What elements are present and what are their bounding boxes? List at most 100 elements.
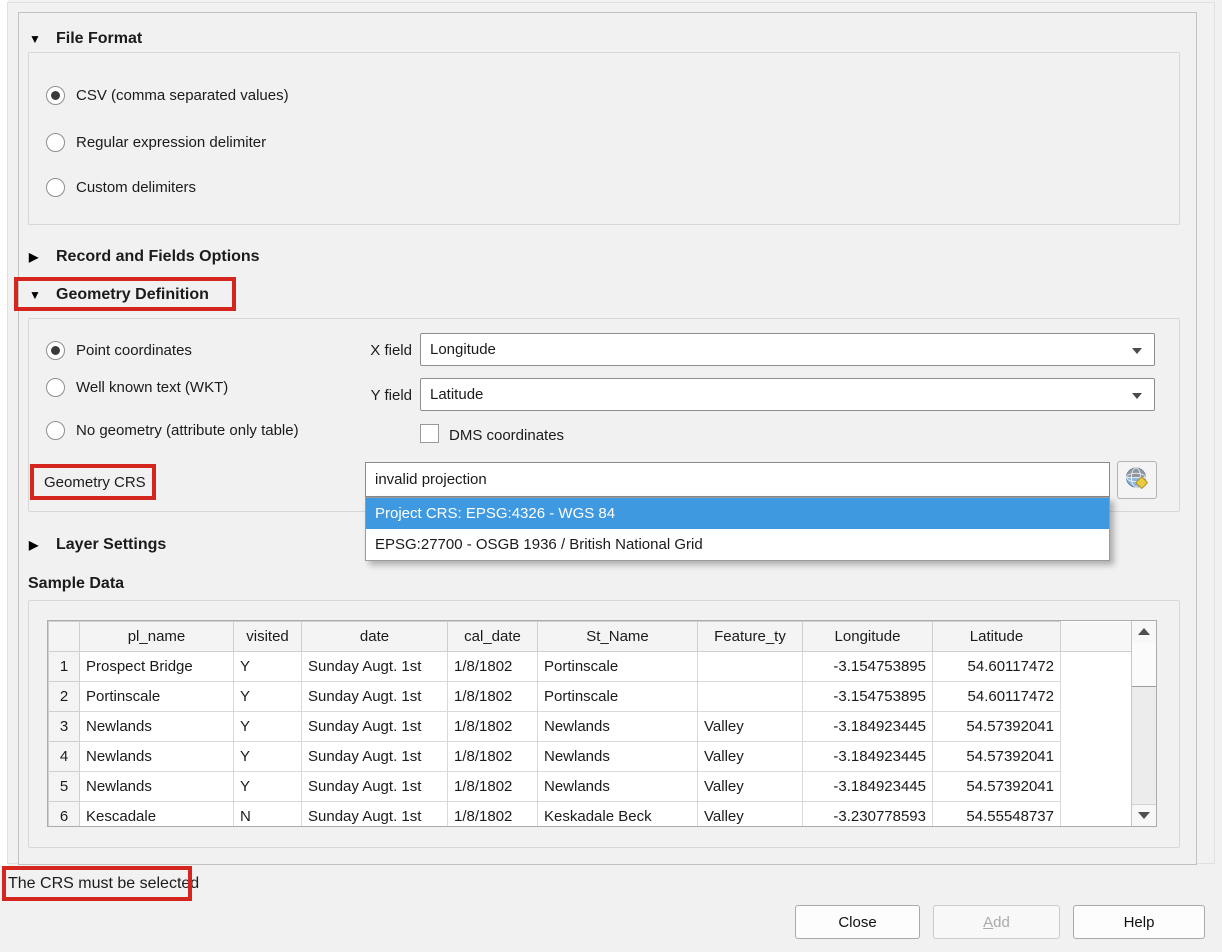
globe-icon: [1124, 465, 1150, 496]
row-number: 5: [49, 772, 80, 802]
section-header-record-and-fields[interactable]: ▶ Record and Fields Options: [29, 248, 260, 266]
table-vertical-scrollbar[interactable]: [1131, 621, 1156, 826]
cell: Portinscale: [80, 682, 234, 712]
table-row: 6 Kescadale N Sunday Augt. 1st 1/8/1802 …: [49, 802, 1133, 828]
section-title: File Format: [56, 30, 142, 48]
cell: 54.57392041: [933, 712, 1061, 742]
section-title: Layer Settings: [56, 536, 166, 554]
table-row: 5 Newlands Y Sunday Augt. 1st 1/8/1802 N…: [49, 772, 1133, 802]
cell: -3.154753895: [803, 682, 933, 712]
radio-point-coordinates[interactable]: Point coordinates: [46, 340, 192, 360]
row-number: 6: [49, 802, 80, 828]
cell: Keskadale Beck: [538, 802, 698, 828]
cell: 54.57392041: [933, 772, 1061, 802]
sample-data-title: Sample Data: [28, 575, 124, 593]
radio-button-icon[interactable]: [46, 178, 65, 197]
section-header-layer-settings[interactable]: ▶ Layer Settings: [29, 536, 166, 554]
crs-option-project-crs[interactable]: Project CRS: EPSG:4326 - WGS 84: [366, 498, 1109, 529]
cell: Sunday Augt. 1st: [302, 682, 448, 712]
corner-header-cell: [49, 622, 80, 652]
y-field-combobox[interactable]: Latitude: [420, 378, 1155, 411]
cell: Sunday Augt. 1st: [302, 802, 448, 828]
column-header[interactable]: pl_name: [80, 622, 234, 652]
cell: 1/8/1802: [448, 772, 538, 802]
radio-button-icon[interactable]: [46, 133, 65, 152]
radio-regular-expression[interactable]: Regular expression delimiter: [46, 132, 266, 152]
caret-down-icon: ▼: [29, 288, 43, 302]
scroll-down-button[interactable]: [1132, 804, 1156, 826]
table-row: 1 Prospect Bridge Y Sunday Augt. 1st 1/8…: [49, 652, 1133, 682]
column-header[interactable]: Latitude: [933, 622, 1061, 652]
sample-data-table: pl_name visited date cal_date St_Name Fe…: [47, 620, 1157, 827]
x-field-label: X field: [338, 342, 412, 359]
help-button[interactable]: Help: [1073, 905, 1205, 939]
cell: 54.55548737: [933, 802, 1061, 828]
radio-label: Custom delimiters: [76, 179, 196, 196]
cell: Y: [234, 712, 302, 742]
cell: Newlands: [538, 742, 698, 772]
geometry-crs-combobox[interactable]: invalid projection: [365, 462, 1110, 497]
radio-button-icon[interactable]: [46, 421, 65, 440]
radio-label: No geometry (attribute only table): [76, 422, 299, 439]
combobox-value: Longitude: [430, 341, 496, 358]
cell: Newlands: [538, 772, 698, 802]
status-message: The CRS must be selected: [8, 875, 199, 893]
column-header[interactable]: visited: [234, 622, 302, 652]
close-button[interactable]: Close: [795, 905, 920, 939]
cell: Newlands: [80, 772, 234, 802]
column-header[interactable]: Feature_ty: [698, 622, 803, 652]
radio-label: Regular expression delimiter: [76, 134, 266, 151]
radio-well-known-text[interactable]: Well known text (WKT): [46, 377, 228, 397]
cell: 1/8/1802: [448, 802, 538, 828]
table-header-row: pl_name visited date cal_date St_Name Fe…: [49, 622, 1133, 652]
radio-no-geometry[interactable]: No geometry (attribute only table): [46, 420, 299, 440]
cell: Y: [234, 742, 302, 772]
cell: Valley: [698, 772, 803, 802]
x-field-combobox[interactable]: Longitude: [420, 333, 1155, 366]
radio-button-icon[interactable]: [46, 378, 65, 397]
sample-table: pl_name visited date cal_date St_Name Fe…: [48, 621, 1133, 827]
radio-label: CSV (comma separated values): [76, 87, 289, 104]
section-header-file-format[interactable]: ▼ File Format: [29, 30, 142, 48]
cell: 1/8/1802: [448, 652, 538, 682]
cell: N: [234, 802, 302, 828]
scroll-up-button[interactable]: [1132, 621, 1156, 643]
table-row: 3 Newlands Y Sunday Augt. 1st 1/8/1802 N…: [49, 712, 1133, 742]
caret-down-icon: ▼: [29, 32, 43, 46]
column-header[interactable]: Longitude: [803, 622, 933, 652]
cell: -3.184923445: [803, 712, 933, 742]
section-header-geometry-definition[interactable]: ▼ Geometry Definition: [29, 286, 209, 304]
radio-csv[interactable]: CSV (comma separated values): [46, 85, 289, 105]
select-crs-button[interactable]: [1117, 461, 1157, 499]
column-header[interactable]: St_Name: [538, 622, 698, 652]
radio-button-icon[interactable]: [46, 86, 65, 105]
section-title: Geometry Definition: [56, 286, 209, 304]
cell: [698, 682, 803, 712]
cell: Valley: [698, 742, 803, 772]
cell: -3.154753895: [803, 652, 933, 682]
chevron-down-icon: [1132, 393, 1142, 399]
cell: Sunday Augt. 1st: [302, 772, 448, 802]
cell: [698, 652, 803, 682]
cell: Valley: [698, 712, 803, 742]
radio-label: Well known text (WKT): [76, 379, 228, 396]
caret-right-icon: ▶: [29, 538, 43, 552]
cell: Prospect Bridge: [80, 652, 234, 682]
scrollbar-thumb[interactable]: [1132, 642, 1156, 687]
radio-button-icon[interactable]: [46, 341, 65, 360]
table-row: 4 Newlands Y Sunday Augt. 1st 1/8/1802 N…: [49, 742, 1133, 772]
cell: 1/8/1802: [448, 742, 538, 772]
arrow-up-icon: [1138, 628, 1150, 635]
radio-custom-delimiters[interactable]: Custom delimiters: [46, 177, 196, 197]
row-number: 1: [49, 652, 80, 682]
y-field-label: Y field: [338, 387, 412, 404]
delimited-text-layer-dialog: ▼ File Format CSV (comma separated value…: [0, 0, 1222, 952]
dms-coordinates-checkbox[interactable]: [420, 424, 439, 443]
header-filler: [1061, 622, 1133, 652]
crs-option-epsg-27700[interactable]: EPSG:27700 - OSGB 1936 / British Nationa…: [366, 529, 1109, 560]
column-header[interactable]: date: [302, 622, 448, 652]
row-number: 4: [49, 742, 80, 772]
caret-right-icon: ▶: [29, 250, 43, 264]
column-header[interactable]: cal_date: [448, 622, 538, 652]
arrow-down-icon: [1138, 812, 1150, 819]
